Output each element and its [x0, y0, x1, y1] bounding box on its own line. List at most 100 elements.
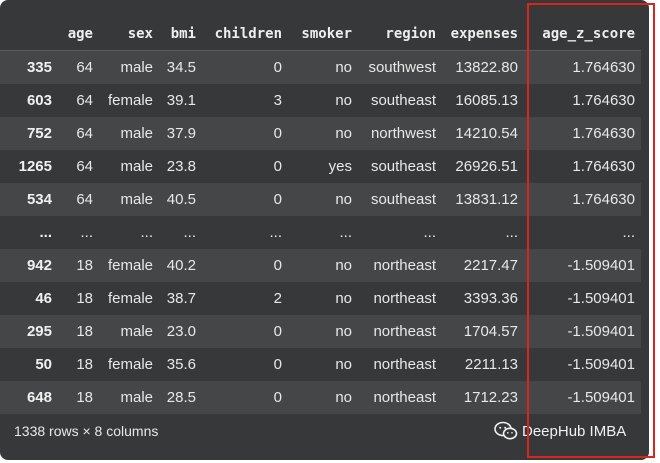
table-cell: 39.1 [166, 91, 196, 109]
table-cell: no [335, 388, 352, 406]
table-cell: southeast [370, 157, 436, 175]
table-cell: 64 [76, 157, 93, 175]
table-row: 1265 64 male 23.8 0 yes southeast 26926.51 1.764… [0, 149, 641, 183]
table-row: 942 18 female 40.2 0 no northeast 2217.47 -1.509… [0, 248, 641, 282]
table-cell: male [120, 124, 153, 142]
watermark: DeepHub IMBA [494, 421, 626, 441]
table-cell: -1.509401 [567, 355, 635, 373]
table-cell: 64 [76, 124, 93, 142]
table-cell: -1.509401 [567, 388, 635, 406]
table-cell: 0 [273, 388, 282, 406]
table-cell: 2211.13 [464, 355, 518, 373]
table-cell: 23.0 [166, 322, 196, 340]
table-shape-footer: 1338 rows × 8 columns [14, 423, 159, 439]
table-cell: 64 [76, 58, 93, 76]
column-header-sex: sex [99, 18, 159, 51]
table-cell: 37.9 [166, 124, 196, 142]
table-row: 648 18 male 28.5 0 no northeast 1712.23 -1.50940… [0, 380, 641, 414]
table-cell: ... [140, 223, 153, 241]
table-cell: 0 [273, 355, 282, 373]
table-cell: -1.509401 [567, 289, 635, 307]
table-cell: female [107, 256, 153, 274]
column-header-region: region [358, 18, 442, 51]
table-cell: ... [80, 223, 93, 241]
table-cell: northeast [373, 322, 436, 340]
table-cell: male [120, 322, 153, 340]
column-header-age: age [58, 18, 99, 51]
table-cell: 0 [273, 322, 282, 340]
table-cell: 14210.54 [455, 124, 518, 142]
row-index-cell: 648 [26, 388, 52, 406]
table-cell: 28.5 [166, 388, 196, 406]
row-index-cell: 1265 [18, 157, 52, 175]
row-index-cell: 50 [35, 355, 52, 373]
table-cell: northeast [373, 289, 436, 307]
table-cell: 1.764630 [572, 124, 635, 142]
table-cell: female [107, 355, 153, 373]
column-header-index [0, 18, 58, 51]
table-body: 335 64 male 34.5 0 no southwest 13822.80 1.76463… [0, 50, 641, 414]
table-cell: 1.764630 [572, 91, 635, 109]
table-cell: 18 [76, 256, 93, 274]
table-cell: 35.6 [166, 355, 196, 373]
table-cell: ... [183, 223, 196, 241]
table-cell: northeast [373, 388, 436, 406]
table-cell: female [107, 289, 153, 307]
table-header-row: age sex bmi children smoker region expen… [0, 18, 641, 51]
row-index-cell: 603 [26, 91, 52, 109]
table-cell: southwest [368, 58, 436, 76]
table-cell: 40.5 [166, 190, 196, 208]
table-cell: ... [423, 223, 436, 241]
table-cell: 3393.36 [463, 289, 518, 307]
table-cell: no [335, 322, 352, 340]
table-cell: 0 [273, 190, 282, 208]
table-cell: 1712.23 [463, 388, 518, 406]
table-row: 50 18 female 35.6 0 no northeast 2211.13 -1.5094… [0, 347, 641, 381]
table-cell: male [120, 157, 153, 175]
table-cell: 18 [76, 322, 93, 340]
table-cell: 0 [273, 256, 282, 274]
table-cell: 0 [273, 124, 282, 142]
table-cell: 16085.13 [455, 91, 518, 109]
table-cell: 0 [273, 157, 282, 175]
table-cell: ... [269, 223, 282, 241]
table-cell: ... [505, 223, 518, 241]
row-index-cell: 534 [26, 190, 52, 208]
table-cell: 2217.47 [463, 256, 518, 274]
table-cell: -1.509401 [567, 256, 635, 274]
column-header-age-z-score: age_z_score [524, 18, 641, 51]
table-cell: no [335, 355, 352, 373]
table-cell: 34.5 [166, 58, 196, 76]
table-cell: northeast [373, 355, 436, 373]
table-cell: ... [339, 223, 352, 241]
row-index-cell: 295 [26, 322, 52, 340]
table-cell: 13831.12 [455, 190, 518, 208]
row-index-cell: 46 [35, 289, 52, 307]
row-index-cell: 335 [26, 58, 52, 76]
table-cell: 0 [273, 58, 282, 76]
wechat-icon [494, 421, 518, 441]
table-cell: male [120, 190, 153, 208]
row-index-cell: ... [39, 223, 52, 241]
table-cell: 1.764630 [572, 157, 635, 175]
table-row: 603 64 female 39.1 3 no southeast 16085.13 1.764… [0, 83, 641, 117]
table-cell: no [335, 289, 352, 307]
table-cell: 1.764630 [572, 58, 635, 76]
table-cell: 18 [76, 355, 93, 373]
table-row: 752 64 male 37.9 0 no northwest 14210.54 1.76463… [0, 116, 641, 150]
column-header-bmi: bmi [159, 18, 202, 51]
row-index-cell: 942 [26, 256, 52, 274]
table-cell: southeast [370, 91, 436, 109]
table-cell: 18 [76, 388, 93, 406]
table-cell: 38.7 [166, 289, 196, 307]
table-cell: 40.2 [166, 256, 196, 274]
table-cell: ... [622, 223, 635, 241]
watermark-text: DeepHub IMBA [522, 422, 627, 440]
table-cell: -1.509401 [567, 322, 635, 340]
table-cell: 3 [273, 91, 282, 109]
dataframe-output: age sex bmi children smoker region expen… [0, 0, 649, 460]
table-row: 534 64 male 40.5 0 no southeast 13831.12 1.76463… [0, 182, 641, 216]
table-cell: 18 [76, 289, 93, 307]
table-row: 335 64 male 34.5 0 no southwest 13822.80 1.76463… [0, 50, 641, 84]
table-row: 46 18 female 38.7 2 no northeast 3393.36 -1.5094… [0, 281, 641, 315]
